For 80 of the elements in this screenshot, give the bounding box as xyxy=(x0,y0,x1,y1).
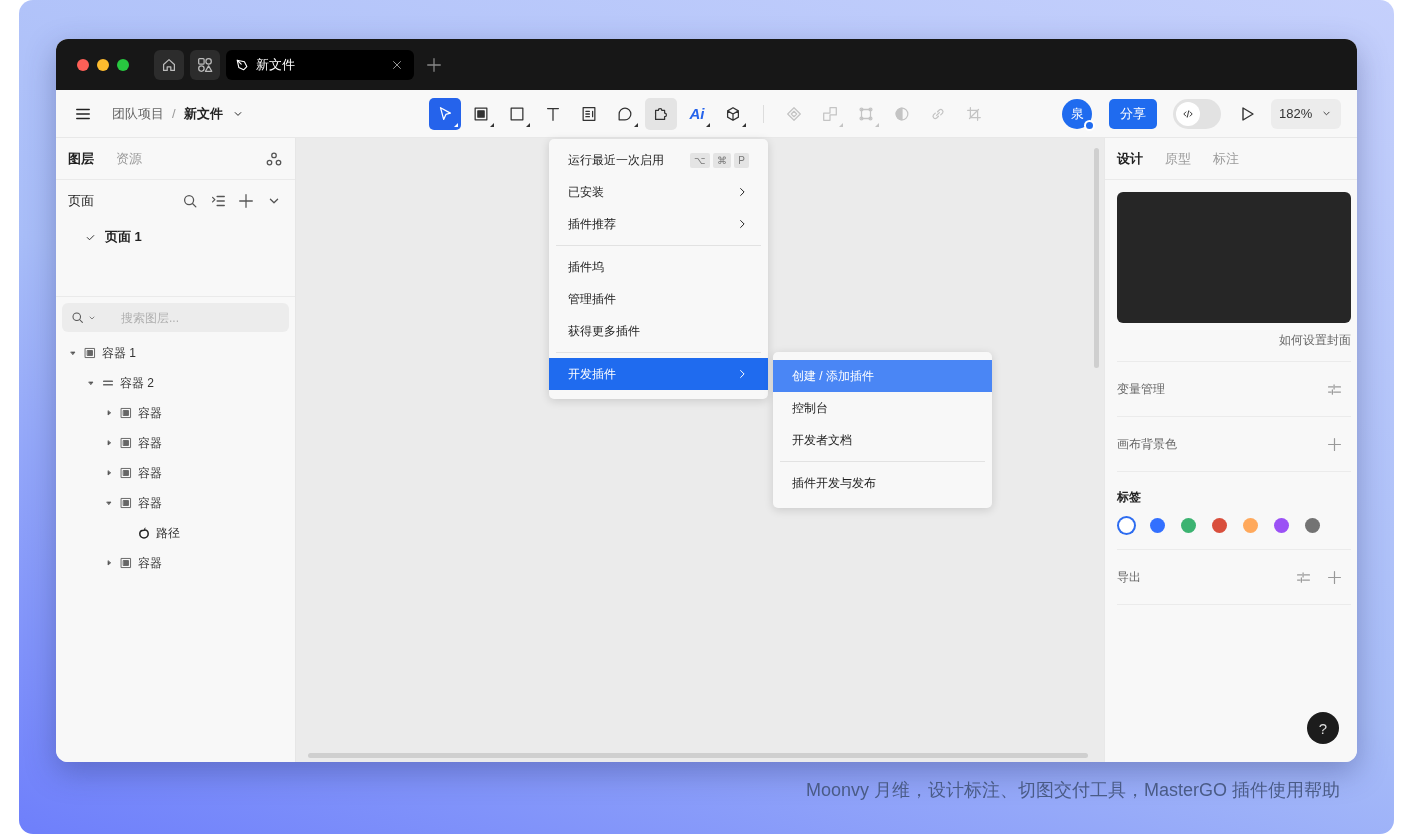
scrollbar[interactable] xyxy=(308,753,1088,758)
color-dot[interactable] xyxy=(1243,517,1258,533)
color-dot[interactable] xyxy=(1150,517,1165,533)
plus-icon xyxy=(425,55,443,74)
menu-item[interactable]: 开发插件 xyxy=(549,358,768,390)
dev-mode-toggle[interactable] xyxy=(1173,98,1221,129)
diamond-icon xyxy=(785,104,803,123)
status-dot xyxy=(1084,119,1095,131)
frame-icon xyxy=(119,406,133,420)
menu-item[interactable]: 插件开发与发布 xyxy=(773,467,992,499)
help-link[interactable]: 如何设置封面 xyxy=(1279,332,1351,349)
panel-tab[interactable]: 图层 xyxy=(68,149,94,168)
layer-item[interactable]: 容器 1 xyxy=(56,338,295,368)
window-control-icon[interactable] xyxy=(117,58,129,71)
zoom-dropdown[interactable]: 182% xyxy=(1271,98,1341,129)
layer-item[interactable]: 容器 xyxy=(56,548,295,578)
window-control-icon[interactable] xyxy=(77,58,89,71)
frame-icon xyxy=(83,346,97,360)
tool-button[interactable]: Ai xyxy=(681,97,713,130)
layer-item[interactable]: 容器 xyxy=(56,428,295,458)
panel-tab[interactable]: 设计 xyxy=(1117,149,1143,168)
home-button[interactable] xyxy=(154,49,184,80)
color-dot[interactable] xyxy=(1181,517,1196,533)
caption-text: Moonvy 月维，设计标注、切图交付工具，MasterGO 插件使用帮助 xyxy=(804,779,1341,802)
avatar[interactable]: 泉 xyxy=(1062,98,1092,129)
shortcut-key: P xyxy=(734,152,749,168)
breadcrumb-link[interactable]: 团队项目 xyxy=(112,104,164,123)
menu-item[interactable]: 控制台 xyxy=(773,392,992,424)
section-title: 页面 xyxy=(68,192,95,210)
color-dot[interactable] xyxy=(1119,517,1134,533)
new-tab-button[interactable] xyxy=(425,55,443,74)
menu-item[interactable]: 获得更多插件 xyxy=(549,315,768,347)
plus-icon[interactable] xyxy=(1326,568,1343,586)
plus-icon[interactable] xyxy=(1326,435,1343,453)
search-icon xyxy=(70,310,85,325)
window-control-icon[interactable] xyxy=(97,58,109,71)
shapes-icon xyxy=(196,55,214,74)
section-label: 变量管理 xyxy=(1117,380,1166,398)
apps-button[interactable] xyxy=(190,49,220,80)
shortcut-key: ⌘ xyxy=(713,152,732,168)
frame-icon xyxy=(119,466,133,480)
text-box-icon xyxy=(580,104,598,123)
frame-icon xyxy=(119,436,133,450)
plus-icon[interactable] xyxy=(237,192,255,210)
section-title: 标签 xyxy=(1117,488,1142,506)
tool-button[interactable] xyxy=(645,97,677,130)
layer-item[interactable]: 容器 2 xyxy=(56,368,295,398)
stacked-squares-icon xyxy=(821,104,839,123)
page-item[interactable]: 页面 1 xyxy=(68,222,283,252)
share-button[interactable]: 分享 xyxy=(1109,98,1157,129)
color-dot[interactable] xyxy=(1305,517,1320,533)
shortcut-key: ⌥ xyxy=(690,152,711,168)
breadcrumb-separator: / xyxy=(172,106,176,121)
menu-item[interactable]: 管理插件 xyxy=(549,283,768,315)
bounding-box-icon xyxy=(857,104,875,123)
layer-item[interactable]: 容器 xyxy=(56,488,295,518)
blob-icon xyxy=(137,526,151,540)
file-name[interactable]: 新文件 xyxy=(183,104,223,123)
menu-item[interactable]: 开发者文档 xyxy=(773,424,992,456)
search-bar[interactable]: 搜索图层... xyxy=(62,303,289,332)
search-icon[interactable] xyxy=(181,192,199,210)
color-dot[interactable] xyxy=(1212,517,1227,533)
frame-icon xyxy=(119,496,133,510)
file-tab[interactable]: 新文件 xyxy=(226,49,414,80)
menu-item[interactable]: 运行最近一次启用 ⌥ ⌘ P xyxy=(549,144,768,176)
layer-item[interactable]: 路径 xyxy=(56,518,295,548)
crop-icon xyxy=(965,104,983,123)
color-dot[interactable] xyxy=(1274,517,1289,533)
layer-item[interactable]: 容器 xyxy=(56,458,295,488)
section-label: 画布背景色 xyxy=(1117,435,1178,453)
scrollbar[interactable] xyxy=(1094,148,1099,368)
search-field[interactable]: 搜索图层... xyxy=(119,309,273,326)
layer-item[interactable]: 容器 xyxy=(56,398,295,428)
cube-icon xyxy=(724,104,742,123)
frame-icon xyxy=(119,556,133,570)
menu-item[interactable]: 插件推荐 xyxy=(549,208,768,240)
help-button[interactable]: ? xyxy=(1307,712,1339,744)
menu-item[interactable]: 插件坞 xyxy=(549,251,768,283)
menu-item[interactable]: 已安装 xyxy=(549,176,768,208)
section-label: 导出 xyxy=(1117,568,1142,586)
